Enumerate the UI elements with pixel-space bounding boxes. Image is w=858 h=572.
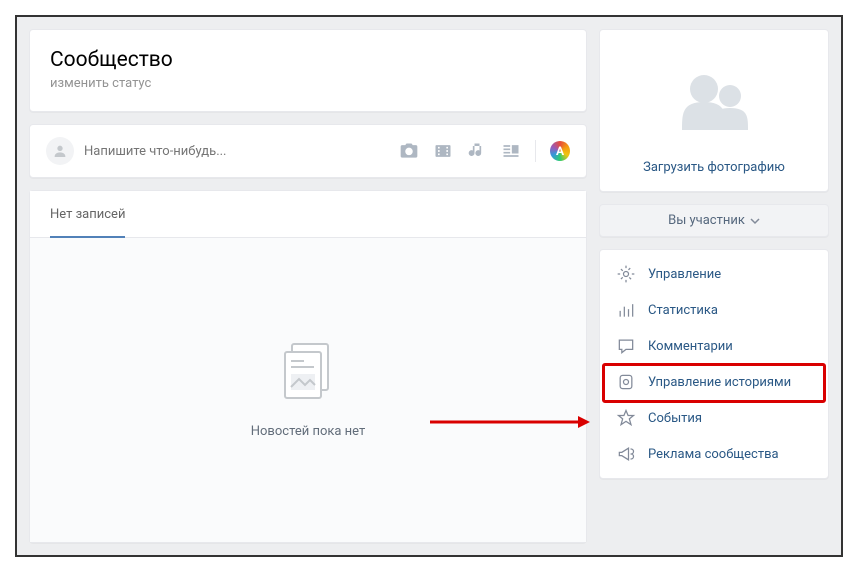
- feed-body: Новостей пока нет: [30, 238, 586, 542]
- main-column: Сообщество изменить статус Нет записей: [29, 29, 587, 543]
- menu-label: События: [648, 411, 702, 426]
- megaphone-icon: [616, 444, 636, 464]
- camera-icon[interactable]: [399, 141, 419, 161]
- photo-upload-card: Загрузить фотографию: [599, 29, 829, 192]
- role-button-label: Вы участник: [668, 213, 745, 228]
- manage-menu-card: Управление Статистика Комментарии Управл…: [599, 249, 829, 479]
- poster-icon[interactable]: [550, 141, 570, 161]
- menu-label: Статистика: [648, 303, 718, 318]
- menu-item-ads[interactable]: Реклама сообщества: [600, 436, 828, 472]
- empty-feed-icon: [280, 342, 336, 406]
- upload-photo-link[interactable]: Загрузить фотографию: [600, 160, 828, 175]
- community-header-card: Сообщество изменить статус: [29, 29, 587, 112]
- menu-item-comments[interactable]: Комментарии: [600, 328, 828, 364]
- community-title: Сообщество: [50, 48, 566, 72]
- menu-item-stories[interactable]: Управление историями: [600, 364, 828, 400]
- composer-attachments: [399, 140, 570, 162]
- chevron-down-icon: [750, 216, 760, 226]
- menu-item-stats[interactable]: Статистика: [600, 292, 828, 328]
- composer-card[interactable]: [29, 124, 587, 178]
- feed-card: Нет записей Новостей пока нет: [29, 190, 587, 543]
- gear-icon: [616, 264, 636, 284]
- change-status-link[interactable]: изменить статус: [50, 76, 566, 91]
- comment-icon: [616, 336, 636, 356]
- feed-tabs: Нет записей: [30, 191, 586, 238]
- tab-no-posts[interactable]: Нет записей: [50, 191, 125, 238]
- page-wrapper: Сообщество изменить статус Нет записей: [15, 15, 843, 557]
- feed-empty-text: Новостей пока нет: [251, 424, 366, 439]
- menu-label: Управление: [648, 267, 721, 282]
- menu-label: Реклама сообщества: [648, 447, 779, 462]
- video-icon[interactable]: [433, 141, 453, 161]
- divider: [535, 140, 536, 162]
- composer-input[interactable]: [84, 144, 389, 159]
- role-button[interactable]: Вы участник: [599, 204, 829, 237]
- stories-icon: [616, 372, 636, 392]
- photo-placeholder-icon: [600, 62, 828, 140]
- menu-item-events[interactable]: События: [600, 400, 828, 436]
- menu-label: Комментарии: [648, 339, 733, 354]
- article-icon[interactable]: [501, 141, 521, 161]
- music-icon[interactable]: [467, 141, 487, 161]
- stats-icon: [616, 300, 636, 320]
- star-icon: [616, 408, 636, 428]
- side-column: Загрузить фотографию Вы участник Управле…: [599, 29, 829, 543]
- avatar-icon: [46, 137, 74, 165]
- menu-item-manage[interactable]: Управление: [600, 256, 828, 292]
- menu-label: Управление историями: [648, 375, 791, 390]
